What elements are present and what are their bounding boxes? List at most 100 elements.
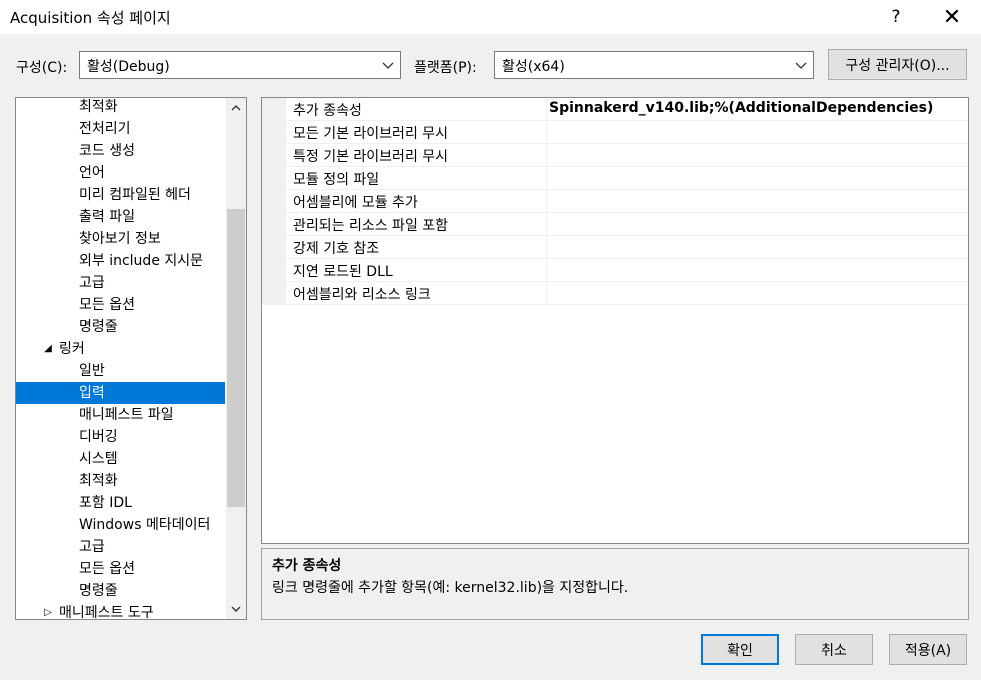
row-gutter	[262, 144, 286, 167]
tree-item[interactable]: 일반	[16, 360, 225, 382]
property-row[interactable]: 강제 기호 참조	[262, 236, 968, 259]
description-panel: 추가 종속성 링크 명령줄에 추가할 항목(예: kernel32.lib)을 …	[261, 548, 969, 620]
tree-item[interactable]: 언어	[16, 162, 225, 184]
property-row[interactable]: 특정 기본 라이브러리 무시	[262, 144, 968, 167]
property-grid: 추가 종속성 Spinnakerd_v140.lib;%(AdditionalDe…	[261, 97, 969, 544]
tree-item[interactable]: ▷ 매니페스트 도구	[16, 602, 225, 620]
property-value[interactable]: Spinnakerd_v140.lib;%(AdditionalDependen…	[549, 100, 933, 116]
tree-item-label: 모든 옵션	[79, 561, 135, 577]
tree-item-label: 디버깅	[79, 429, 118, 445]
config-manager-button[interactable]: 구성 관리자(O)...	[828, 49, 967, 80]
expand-icon[interactable]: ▷	[42, 602, 54, 619]
tree-item-label: 입력	[79, 385, 105, 401]
help-button[interactable]: ?	[873, 0, 919, 34]
tree-item-label: 포함 IDL	[79, 495, 132, 511]
tree-item[interactable]: 입력	[16, 382, 225, 404]
property-name: 모듈 정의 파일	[293, 172, 380, 188]
property-row[interactable]: 모듈 정의 파일	[262, 167, 968, 190]
tree-item-label: 모든 옵션	[79, 297, 135, 313]
property-name: 지연 로드된 DLL	[293, 264, 393, 280]
tree-item[interactable]: 찾아보기 정보	[16, 228, 225, 250]
platform-dropdown-value: 활성(x64)	[502, 59, 565, 75]
tree-item[interactable]: 명령줄	[16, 580, 225, 602]
scroll-down-icon[interactable]	[226, 599, 246, 619]
column-divider	[546, 259, 547, 282]
tree-item-label: 시스템	[79, 451, 118, 467]
tree-item-label: 찾아보기 정보	[79, 231, 161, 247]
scroll-up-icon[interactable]	[226, 98, 246, 118]
tree-item[interactable]: 시스템	[16, 448, 225, 470]
tree-item[interactable]: 최적화	[16, 470, 225, 492]
description-title: 추가 종속성	[272, 558, 342, 574]
tree-item[interactable]: 매니페스트 파일	[16, 404, 225, 426]
row-gutter	[262, 167, 286, 190]
tree-item-label: 고급	[79, 275, 105, 291]
config-label: 구성(C):	[16, 60, 68, 76]
tree-item[interactable]: 미리 컴파일된 헤더	[16, 184, 225, 206]
property-row[interactable]: 관리되는 리소스 파일 포함	[262, 213, 968, 236]
tree-item-label: 미리 컴파일된 헤더	[79, 187, 191, 203]
config-dropdown-value: 활성(Debug)	[87, 59, 170, 75]
property-row[interactable]: 어셈블리와 리소스 링크	[262, 282, 968, 305]
ok-button[interactable]: 확인	[701, 634, 779, 665]
title-bar: Acquisition 속성 페이지 ? ✕	[0, 0, 981, 34]
platform-label: 플랫폼(P):	[414, 60, 477, 76]
tree-item-label: 언어	[79, 165, 105, 181]
tree-item[interactable]: ◢ 링커	[16, 338, 225, 360]
property-row[interactable]: 모든 기본 라이브러리 무시	[262, 121, 968, 144]
tree-item-label: 링커	[59, 341, 85, 357]
chevron-down-icon	[795, 62, 807, 69]
tree-item-label: 고급	[79, 539, 105, 555]
tree-item[interactable]: 고급	[16, 272, 225, 294]
tree-item[interactable]: 명령줄	[16, 316, 225, 338]
row-gutter	[262, 259, 286, 282]
property-row[interactable]: 지연 로드된 DLL	[262, 259, 968, 282]
column-divider	[546, 167, 547, 190]
column-divider	[546, 121, 547, 144]
close-button[interactable]: ✕	[929, 0, 975, 34]
property-name: 어셈블리와 리소스 링크	[293, 287, 431, 303]
column-divider	[546, 236, 547, 259]
property-name: 추가 종속성	[293, 103, 362, 119]
row-gutter	[262, 121, 286, 144]
config-dropdown[interactable]: 활성(Debug)	[79, 51, 401, 79]
tree-item-label: 매니페스트 파일	[79, 407, 174, 423]
tree-item-label: 명령줄	[79, 583, 118, 599]
tree-scrollbar[interactable]	[226, 98, 246, 619]
tree-item-label: 최적화	[79, 473, 118, 489]
collapse-icon[interactable]: ◢	[42, 338, 54, 360]
tree-item[interactable]: 외부 include 지시문	[16, 250, 225, 272]
tree-item[interactable]: 모든 옵션	[16, 558, 225, 580]
property-name: 어셈블리에 모듈 추가	[293, 195, 418, 211]
property-name: 모든 기본 라이브러리 무시	[293, 126, 449, 142]
column-divider	[546, 144, 547, 167]
tree-item[interactable]: 전처리기	[16, 118, 225, 140]
apply-button[interactable]: 적용(A)	[889, 634, 967, 665]
platform-dropdown[interactable]: 활성(x64)	[494, 51, 814, 79]
tree-item-label: 외부 include 지시문	[79, 253, 204, 269]
row-divider	[286, 304, 968, 305]
tree-item-label: 출력 파일	[79, 209, 135, 225]
tree-item[interactable]: 모든 옵션	[16, 294, 225, 316]
tree-item[interactable]: 출력 파일	[16, 206, 225, 228]
row-gutter	[262, 236, 286, 259]
scroll-thumb[interactable]	[227, 209, 245, 507]
tree-item[interactable]: 최적화	[16, 98, 225, 118]
tree-item[interactable]: 고급	[16, 536, 225, 558]
tree-item-label: 전처리기	[79, 121, 131, 137]
tree-item[interactable]: 포함 IDL	[16, 492, 225, 514]
row-gutter	[262, 190, 286, 213]
tree-item[interactable]: 디버깅	[16, 426, 225, 448]
tree-item[interactable]: Windows 메타데이터	[16, 514, 225, 536]
window-title: Acquisition 속성 페이지	[10, 9, 171, 27]
cancel-button[interactable]: 취소	[795, 634, 873, 665]
property-name: 특정 기본 라이브러리 무시	[293, 149, 449, 165]
property-name: 관리되는 리소스 파일 포함	[293, 218, 449, 234]
tree-item-label: 명령줄	[79, 319, 118, 335]
tree-item-label: 코드 생성	[79, 143, 135, 159]
tree-item-label: 매니페스트 도구	[59, 605, 154, 620]
tree-item[interactable]: 코드 생성	[16, 140, 225, 162]
property-row[interactable]: 어셈블리에 모듈 추가	[262, 190, 968, 213]
property-tree: 최적화 전처리기 코드 생성 언어 미리 컴파일된 헤더 출력 파일 찾아보기 정보 외부 i…	[15, 97, 247, 620]
property-row[interactable]: 추가 종속성 Spinnakerd_v140.lib;%(AdditionalDe…	[262, 98, 968, 121]
